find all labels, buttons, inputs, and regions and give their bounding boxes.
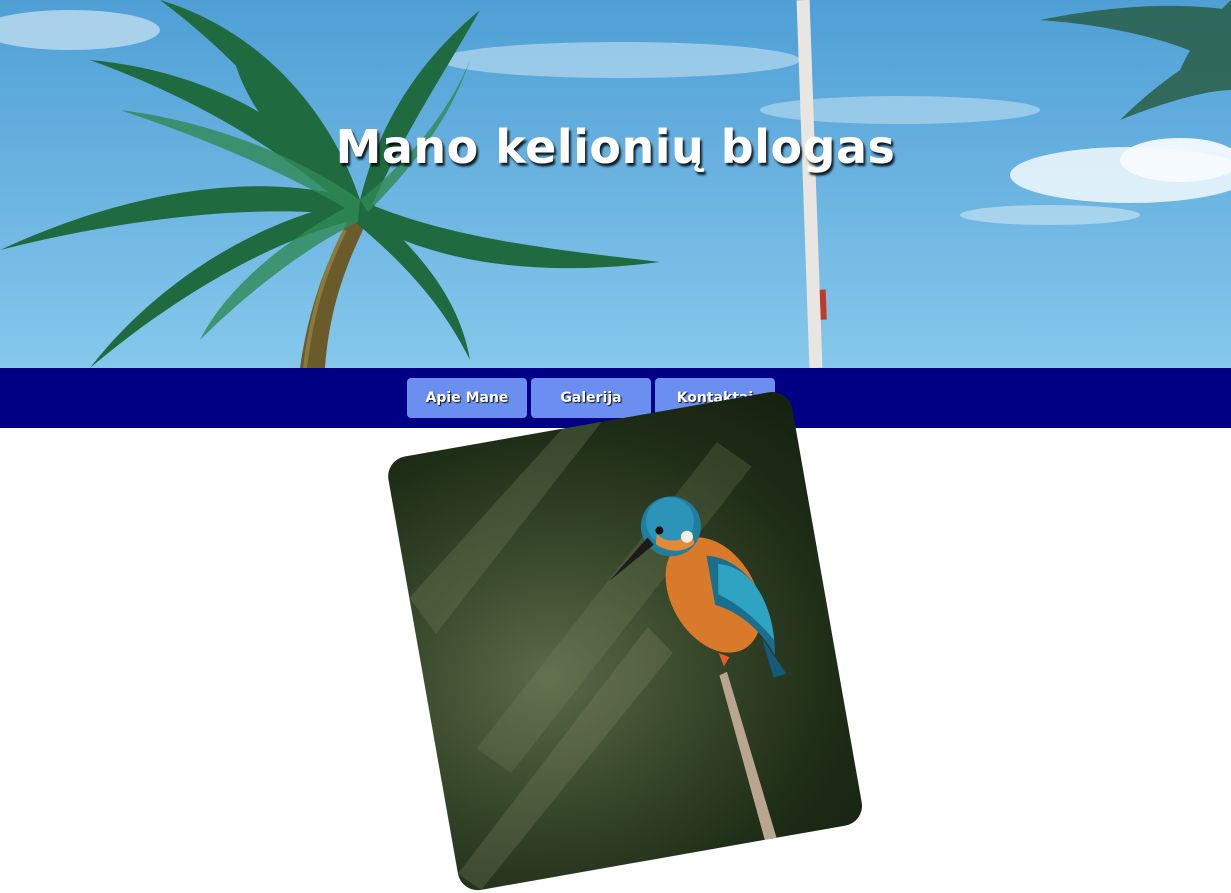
- palm-tree-image: [0, 0, 1231, 368]
- page-title: Mano kelionių blogas: [335, 120, 896, 174]
- kingfisher-bird-image: [409, 421, 787, 890]
- hero-banner: Mano kelionių blogas: [0, 0, 1231, 368]
- kingfisher-photo[interactable]: [385, 388, 866, 893]
- nav-button-apie-mane[interactable]: Apie Mane: [407, 378, 527, 418]
- nav-button-galerija[interactable]: Galerija: [531, 378, 651, 418]
